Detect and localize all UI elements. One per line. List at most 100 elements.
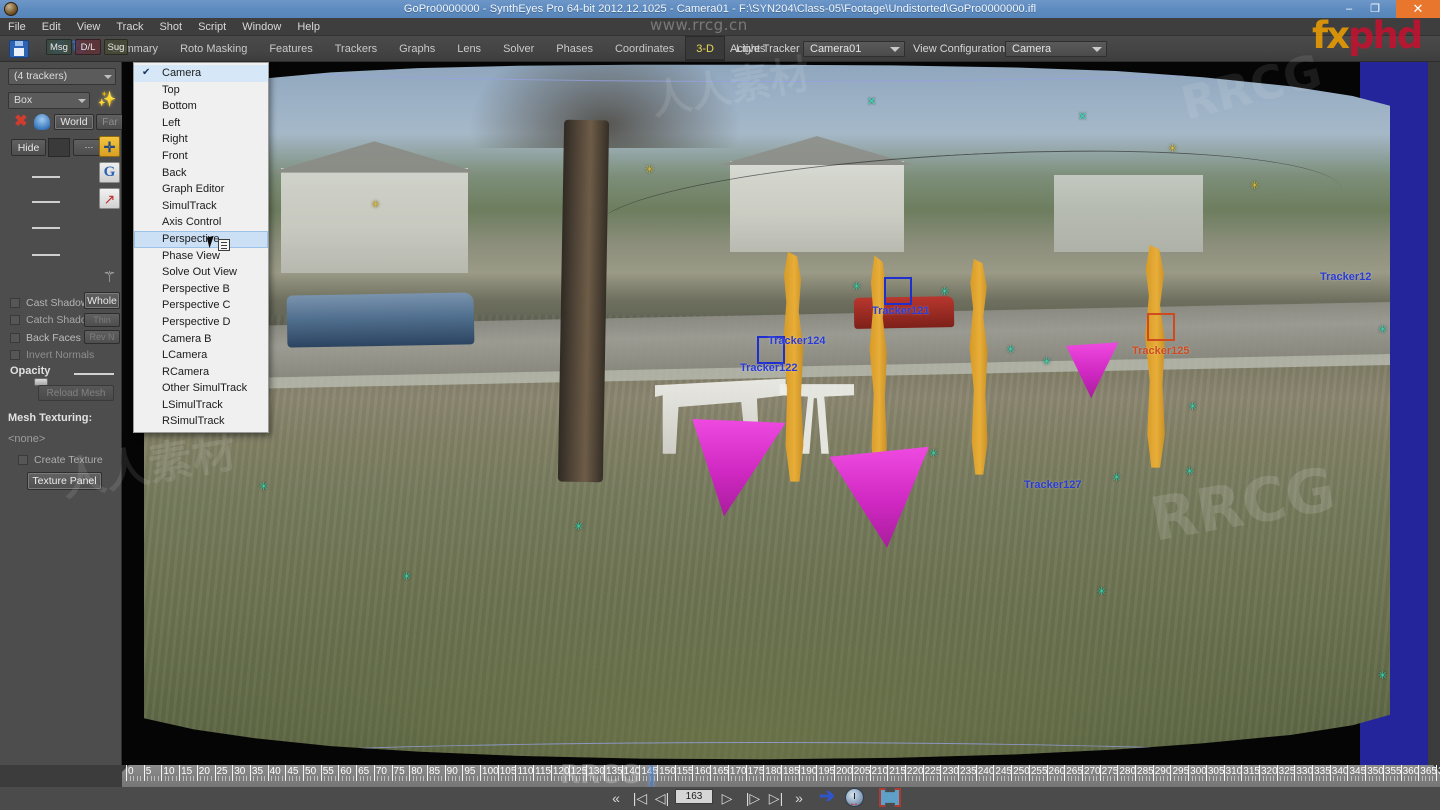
graph-arrow-icon[interactable] [99, 188, 120, 209]
opacity-slider-track[interactable] [74, 373, 114, 375]
maximize-button[interactable]: ❐ [1362, 0, 1388, 18]
menu-item-axis-control[interactable]: Axis Control [134, 214, 268, 231]
selected-tracker-box[interactable] [1147, 313, 1175, 341]
reload-mesh-button[interactable]: Reload Mesh [38, 385, 114, 401]
fxphd-suggest-button[interactable]: Sug [104, 39, 128, 55]
tab-trackers[interactable]: Trackers [324, 36, 388, 62]
menu-item-top[interactable]: Top [134, 82, 268, 99]
play-button[interactable]: ▷ [716, 790, 738, 807]
menu-item-rsimultrack[interactable]: RSimulTrack [134, 413, 268, 430]
world-button[interactable]: World [54, 114, 94, 130]
tracker-label[interactable]: Tracker127 [1024, 479, 1082, 491]
feature-marker[interactable]: ✳ [645, 165, 654, 176]
feature-marker[interactable]: ✳ [574, 522, 583, 533]
menu-item-solve-out-view[interactable]: Solve Out View [134, 264, 268, 281]
shape-select[interactable]: Box [8, 92, 90, 109]
delete-x-icon[interactable]: ✖ [12, 114, 30, 130]
feature-marker[interactable]: ✳ [1097, 587, 1106, 598]
close-button[interactable]: ✕ [1396, 0, 1440, 18]
menu-item-perspective-c[interactable]: Perspective C [134, 297, 268, 314]
menu-window[interactable]: Window [234, 18, 289, 36]
tab-coordinates[interactable]: Coordinates [604, 36, 685, 62]
tracker-label[interactable]: Tracker12 [1320, 271, 1371, 283]
menu-shot[interactable]: Shot [151, 18, 190, 36]
feature-marker[interactable]: ✳ [940, 287, 949, 298]
menu-edit[interactable]: Edit [34, 18, 69, 36]
feature-marker[interactable]: ✳ [1250, 181, 1259, 192]
save-icon[interactable] [9, 40, 29, 58]
menu-help[interactable]: Help [289, 18, 328, 36]
lock-icon[interactable] [34, 114, 50, 130]
reverse-normals-button[interactable]: Rev N [84, 330, 120, 344]
tracker-label[interactable]: Tracker121 [872, 305, 930, 317]
feature-marker[interactable]: ✳ [259, 482, 268, 493]
far-button[interactable]: Far [96, 114, 124, 130]
menu-item-perspective-b[interactable]: Perspective B [134, 281, 268, 298]
tab-lens[interactable]: Lens [446, 36, 492, 62]
tab-solver[interactable]: Solver [492, 36, 545, 62]
menu-item-graph-editor[interactable]: Graph Editor [134, 181, 268, 198]
view-type-menu[interactable]: Camera Top Bottom Left Right Front Back … [133, 62, 269, 434]
menu-file[interactable]: File [0, 18, 34, 36]
tracker-label[interactable]: Tracker124 [768, 335, 826, 347]
go-to-start-button[interactable]: « [605, 790, 627, 807]
menu-item-back[interactable]: Back [134, 165, 268, 182]
color-swatch[interactable] [48, 138, 70, 157]
menu-item-camera-b[interactable]: Camera B [134, 331, 268, 348]
prev-frame-button[interactable]: ◁| [651, 790, 673, 807]
menu-item-perspective[interactable]: Perspective [134, 230, 268, 248]
blue-arrow-icon[interactable]: ➔ [814, 787, 840, 806]
minimize-button[interactable]: – [1336, 0, 1362, 18]
feature-marker[interactable]: ✳ [1378, 671, 1387, 682]
feature-marker[interactable]: ✳ [1185, 467, 1194, 478]
menu-item-camera[interactable]: Camera [134, 65, 268, 82]
next-key-button[interactable]: ▷| [765, 790, 787, 807]
g-letter-icon[interactable]: G [99, 162, 120, 183]
menu-item-right[interactable]: Right [134, 131, 268, 148]
feature-marker[interactable]: ✳ [1168, 144, 1177, 155]
feature-marker[interactable]: ✳ [1188, 402, 1197, 413]
menu-item-phase-view[interactable]: Phase View [134, 248, 268, 265]
menu-item-left[interactable]: Left [134, 115, 268, 132]
feature-marker[interactable]: ✳ [371, 200, 380, 211]
prev-key-button[interactable]: |◁ [629, 790, 651, 807]
feature-marker[interactable]: ✳ [1378, 325, 1387, 336]
tracker-label[interactable]: Tracker122 [740, 362, 798, 374]
current-frame-input[interactable]: 163 [675, 789, 713, 804]
next-frame-button[interactable]: |▷ [742, 790, 764, 807]
view-config-select[interactable]: Camera [1005, 41, 1107, 57]
menu-item-simultrack[interactable]: SimulTrack [134, 198, 268, 215]
timeline-playhead[interactable] [650, 765, 653, 787]
menu-item-bottom[interactable]: Bottom [134, 98, 268, 115]
menu-item-front[interactable]: Front [134, 148, 268, 165]
feature-marker[interactable]: ✳ [1006, 345, 1015, 356]
tab-features[interactable]: Features [258, 36, 323, 62]
feature-marker[interactable]: ✕ [1078, 112, 1087, 123]
trackers-select[interactable]: (4 trackers) [8, 68, 116, 85]
menu-track[interactable]: Track [108, 18, 151, 36]
tracker-host-select[interactable]: Camera01 [803, 41, 905, 57]
menu-item-lsimultrack[interactable]: LSimulTrack [134, 397, 268, 414]
thin-button[interactable]: Thin [84, 313, 120, 327]
selected-tracker-box[interactable] [884, 277, 912, 305]
fxphd-download-button[interactable]: D/L [75, 39, 101, 55]
feature-marker[interactable]: ✳ [1042, 357, 1051, 368]
tab-roto-masking[interactable]: Roto Masking [169, 36, 258, 62]
fxphd-msg-button[interactable]: Msg [46, 39, 72, 55]
menu-item-lcamera[interactable]: LCamera [134, 347, 268, 364]
tab-3d[interactable]: 3-D [685, 36, 726, 62]
tracker-label[interactable]: Tracker125 [1132, 345, 1190, 357]
magic-wand-icon[interactable]: ✨ [96, 90, 118, 110]
timeline-ruler[interactable]: 0 5 10 15 20 25 30 35 40 45 50 55 60 65 70 75 80 85 90 95 10… [122, 765, 1440, 787]
move-gizmo-icon[interactable]: ✛ [99, 136, 120, 157]
feature-marker[interactable]: ✕ [867, 97, 876, 108]
feature-marker[interactable]: ✳ [929, 449, 938, 460]
feature-marker[interactable]: ✳ [852, 282, 861, 293]
menu-item-other-simultrack[interactable]: Other SimulTrack [134, 380, 268, 397]
menu-script[interactable]: Script [190, 18, 234, 36]
feature-marker[interactable]: ✳ [402, 572, 411, 583]
feature-marker[interactable]: ✳ [1112, 473, 1121, 484]
texture-panel-button[interactable]: Texture Panel [27, 472, 102, 490]
whole-button[interactable]: Whole [84, 292, 120, 309]
menu-view[interactable]: View [69, 18, 109, 36]
